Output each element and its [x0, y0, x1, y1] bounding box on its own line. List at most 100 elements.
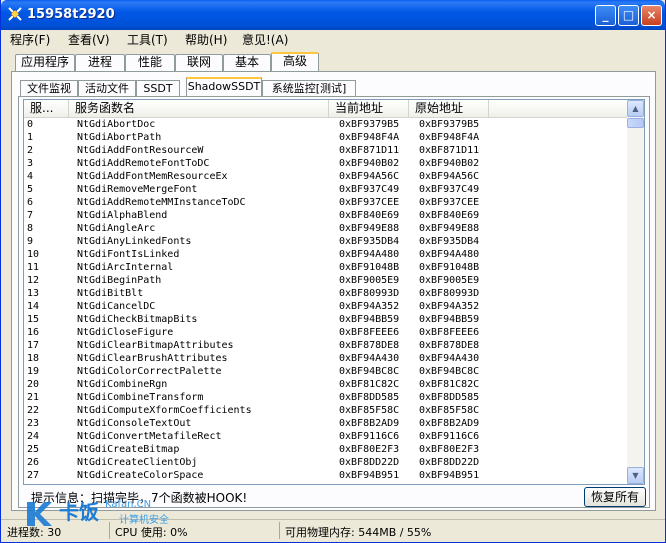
row-function-name: NtGdiClearBrushAttributes [77, 353, 228, 364]
row-original-address: 0xBF871D11 [419, 145, 480, 156]
table-row[interactable]: 27 NtGdiCreateColorSpace 0xBF94B951 0xBF94B… [24, 469, 628, 482]
table-row[interactable]: 24 NtGdiConvertMetafileRect 0xBF9116C6 0xBF… [24, 430, 628, 443]
row-original-address: 0xBF94BB59 [419, 314, 480, 325]
row-index: 8 [27, 223, 34, 234]
table-row[interactable]: 4 NtGdiAddFontMemResourceEx 0xBF94A56C 0xBF… [24, 170, 628, 183]
column-current-address[interactable]: 当前地址 [329, 100, 409, 117]
row-index: 20 [27, 379, 40, 390]
row-current-address: 0xBF948F4A [339, 132, 400, 143]
menu-help[interactable]: 帮助(H) [185, 31, 227, 48]
table-row[interactable]: 14 NtGdiCancelDC 0xBF94A352 0xBF94A352 [24, 300, 628, 313]
row-current-address: 0xBF935DB4 [339, 236, 400, 247]
column-original-address[interactable]: 原始地址 [409, 100, 489, 117]
row-function-name: NtGdiCombineRgn [77, 379, 168, 390]
subtab-ssdt[interactable]: SSDT [136, 80, 180, 97]
menu-program[interactable]: 程序(F) [10, 31, 50, 48]
tab-basic[interactable]: 基本 [223, 54, 271, 71]
row-index: 15 [27, 314, 40, 325]
table-row[interactable]: 5 NtGdiRemoveMergeFont 0xBF937C49 0xBF937C4… [24, 183, 628, 196]
scroll-up-arrow-icon[interactable]: ▲ [627, 100, 644, 117]
table-row[interactable]: 20 NtGdiCombineRgn 0xBF81C82C 0xBF81C82C [24, 378, 628, 391]
table-row[interactable]: 18 NtGdiClearBrushAttributes 0xBF94A430 0xB… [24, 352, 628, 365]
menu-view[interactable]: 查看(V) [68, 31, 110, 48]
row-function-name: NtGdiCreateClientObj [77, 457, 198, 468]
row-index: 27 [27, 470, 40, 481]
maximize-button[interactable]: □ [618, 5, 639, 26]
table-row[interactable]: 8 NtGdiAngleArc 0xBF949E88 0xBF949E88 [24, 222, 628, 235]
row-original-address: 0xBF94BC8C [419, 366, 480, 377]
tab-performance[interactable]: 性能 [125, 54, 175, 71]
minimize-button[interactable]: _ [595, 5, 616, 26]
row-original-address: 0xBF94A352 [419, 301, 480, 312]
row-original-address: 0xBF94A480 [419, 249, 480, 260]
table-row[interactable]: 15 NtGdiCheckBitmapBits 0xBF94BB59 0xBF94BB… [24, 313, 628, 326]
scroll-thumb[interactable] [627, 118, 644, 128]
table-row[interactable]: 23 NtGdiConsoleTextOut 0xBF8B2AD9 0xBF8B2AD… [24, 417, 628, 430]
row-function-name: NtGdiCombineTransform [77, 392, 204, 403]
tab-processes[interactable]: 进程 [75, 54, 125, 71]
row-function-name: NtGdiConvertMetafileRect [77, 431, 222, 442]
table-row[interactable]: 19 NtGdiColorCorrectPalette 0xBF94BC8C 0xBF… [24, 365, 628, 378]
vertical-scrollbar[interactable]: ▲ ▼ [627, 100, 644, 484]
row-current-address: 0xBF94BC8C [339, 366, 400, 377]
title-bar[interactable]: 15958t2920 _ □ × [1, 0, 665, 30]
row-current-address: 0xBF937CEE [339, 197, 400, 208]
table-row[interactable]: 1 NtGdiAbortPath 0xBF948F4A 0xBF948F4A [24, 131, 628, 144]
subtab-system-monitor[interactable]: 系统监控[测试] [262, 80, 356, 97]
table-row[interactable]: 0 NtGdiAbortDoc 0xBF9379B5 0xBF9379B5 [24, 118, 628, 131]
advanced-panel: 文件监视 活动文件 SSDT ShadowSSDT 系统监控[测试] 服... … [11, 71, 656, 511]
subtab-file-monitor[interactable]: 文件监视 [20, 80, 78, 97]
table-row[interactable]: 26 NtGdiCreateClientObj 0xBF8DD22D 0xBF8DD2… [24, 456, 628, 469]
table-row[interactable]: 10 NtGdiFontIsLinked 0xBF94A480 0xBF94A480 [24, 248, 628, 261]
column-function-name[interactable]: 服务函数名 [69, 100, 329, 117]
row-original-address: 0xBF94A430 [419, 353, 480, 364]
row-original-address: 0xBF94A56C [419, 171, 480, 182]
table-row[interactable]: 17 NtGdiClearBitmapAttributes 0xBF878DE8 0x… [24, 339, 628, 352]
row-index: 26 [27, 457, 40, 468]
table-row[interactable]: 13 NtGdiBitBlt 0xBF80993D 0xBF80993D [24, 287, 628, 300]
row-index: 6 [27, 197, 34, 208]
row-index: 10 [27, 249, 40, 260]
menu-feedback[interactable]: 意见!(A) [242, 31, 288, 48]
table-row[interactable]: 9 NtGdiAnyLinkedFonts 0xBF935DB4 0xBF935DB4 [24, 235, 628, 248]
kafan-watermark: 卡饭 Kafan.CN 计算机安全 [23, 497, 193, 533]
tab-advanced[interactable]: 高级 [271, 52, 319, 72]
tab-applications[interactable]: 应用程序 [15, 54, 75, 71]
table-row[interactable]: 16 NtGdiCloseFigure 0xBF8FEEE6 0xBF8FEEE6 [24, 326, 628, 339]
tab-networking[interactable]: 联网 [175, 54, 223, 71]
table-row[interactable]: 7 NtGdiAlphaBlend 0xBF840E69 0xBF840E69 [24, 209, 628, 222]
row-current-address: 0xBF8B2AD9 [339, 418, 400, 429]
table-row[interactable]: 22 NtGdiComputeXformCoefficients 0xBF85F58… [24, 404, 628, 417]
subtab-active-files[interactable]: 活动文件 [78, 80, 136, 97]
restore-all-button[interactable]: 恢复所有 [584, 487, 646, 507]
row-function-name: NtGdiConsoleTextOut [77, 418, 192, 429]
table-row[interactable]: 2 NtGdiAddFontResourceW 0xBF871D11 0xBF871D… [24, 144, 628, 157]
row-current-address: 0xBF878DE8 [339, 340, 400, 351]
table-row[interactable]: 12 NtGdiBeginPath 0xBF9005E9 0xBF9005E9 [24, 274, 628, 287]
row-current-address: 0xBF94BB59 [339, 314, 400, 325]
row-current-address: 0xBF871D11 [339, 145, 400, 156]
row-current-address: 0xBF85F58C [339, 405, 400, 416]
scroll-down-arrow-icon[interactable]: ▼ [627, 467, 644, 484]
row-current-address: 0xBF80E2F3 [339, 444, 400, 455]
row-index: 11 [27, 262, 40, 273]
table-row[interactable]: 11 NtGdiArcInternal 0xBF91048B 0xBF91048B [24, 261, 628, 274]
subtab-shadowssdt[interactable]: ShadowSSDT [186, 77, 262, 97]
close-button[interactable]: × [641, 5, 662, 26]
table-row[interactable]: 21 NtGdiCombineTransform 0xBF8DD585 0xBF8DD… [24, 391, 628, 404]
watermark-name: 卡饭 [59, 500, 99, 524]
table-row[interactable]: 6 NtGdiAddRemoteMMInstanceToDC 0xBF937CEE 0… [24, 196, 628, 209]
row-index: 18 [27, 353, 40, 364]
row-original-address: 0xBF80E2F3 [419, 444, 480, 455]
ssdt-list[interactable]: 服... 服务函数名 当前地址 原始地址 0 NtGdiAbortDoc 0xBF9… [23, 99, 645, 485]
menu-tools[interactable]: 工具(T) [127, 31, 168, 48]
shadowssdt-panel: 服... 服务函数名 当前地址 原始地址 0 NtGdiAbortDoc 0xBF9… [18, 96, 650, 508]
row-index: 14 [27, 301, 40, 312]
column-index[interactable]: 服... [24, 100, 69, 117]
row-index: 2 [27, 145, 34, 156]
row-original-address: 0xBF937C49 [419, 184, 480, 195]
table-row[interactable]: 25 NtGdiCreateBitmap 0xBF80E2F3 0xBF80E2F3 [24, 443, 628, 456]
row-function-name: NtGdiCloseFigure [77, 327, 174, 338]
table-row[interactable]: 3 NtGdiAddRemoteFontToDC 0xBF940B02 0xBF940… [24, 157, 628, 170]
row-original-address: 0xBF878DE8 [419, 340, 480, 351]
